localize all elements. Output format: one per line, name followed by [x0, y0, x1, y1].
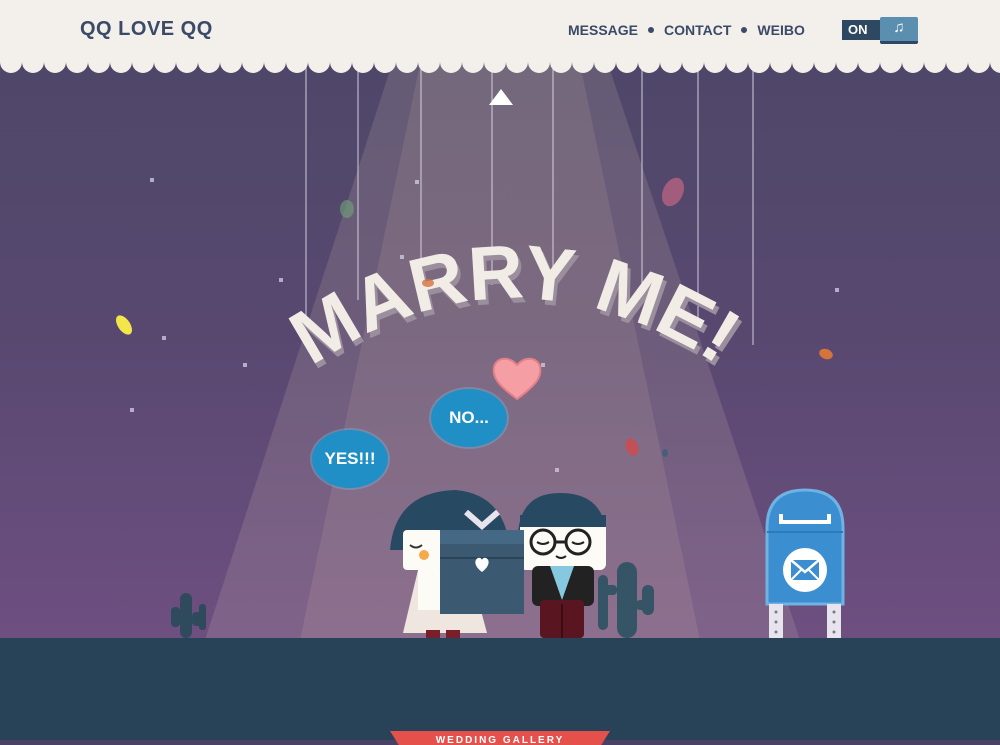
ground [0, 638, 1000, 740]
site-logo[interactable]: QQ LOVE QQ [80, 18, 213, 41]
nav-weibo-link[interactable]: WEIBO [757, 22, 804, 38]
gift-box[interactable] [440, 510, 524, 614]
top-header: QQ LOVE QQ MESSAGE CONTACT WEIBO ON ♫ [0, 0, 1000, 62]
nav-separator-dot [741, 27, 748, 33]
gift-bow-icon [464, 510, 500, 530]
nav-contact-link[interactable]: CONTACT [664, 22, 731, 38]
yes-answer-button[interactable]: YES!!! [312, 430, 388, 488]
envelope-icon [790, 559, 820, 581]
header-scalloped-edge [0, 56, 1000, 73]
nav-separator-dot [648, 27, 655, 33]
mailbox[interactable] [765, 488, 845, 638]
main-nav: MESSAGE CONTACT WEIBO [568, 22, 805, 38]
no-answer-button[interactable]: NO... [431, 389, 507, 447]
wedding-gallery-ribbon[interactable]: WEDDING GALLERY [390, 731, 610, 745]
nav-message-link[interactable]: MESSAGE [568, 22, 638, 38]
heart-icon[interactable] [492, 355, 542, 401]
music-toggle[interactable]: ON ♫ [842, 17, 920, 44]
music-note-icon: ♫ [880, 17, 918, 44]
music-toggle-state: ON [842, 20, 882, 40]
